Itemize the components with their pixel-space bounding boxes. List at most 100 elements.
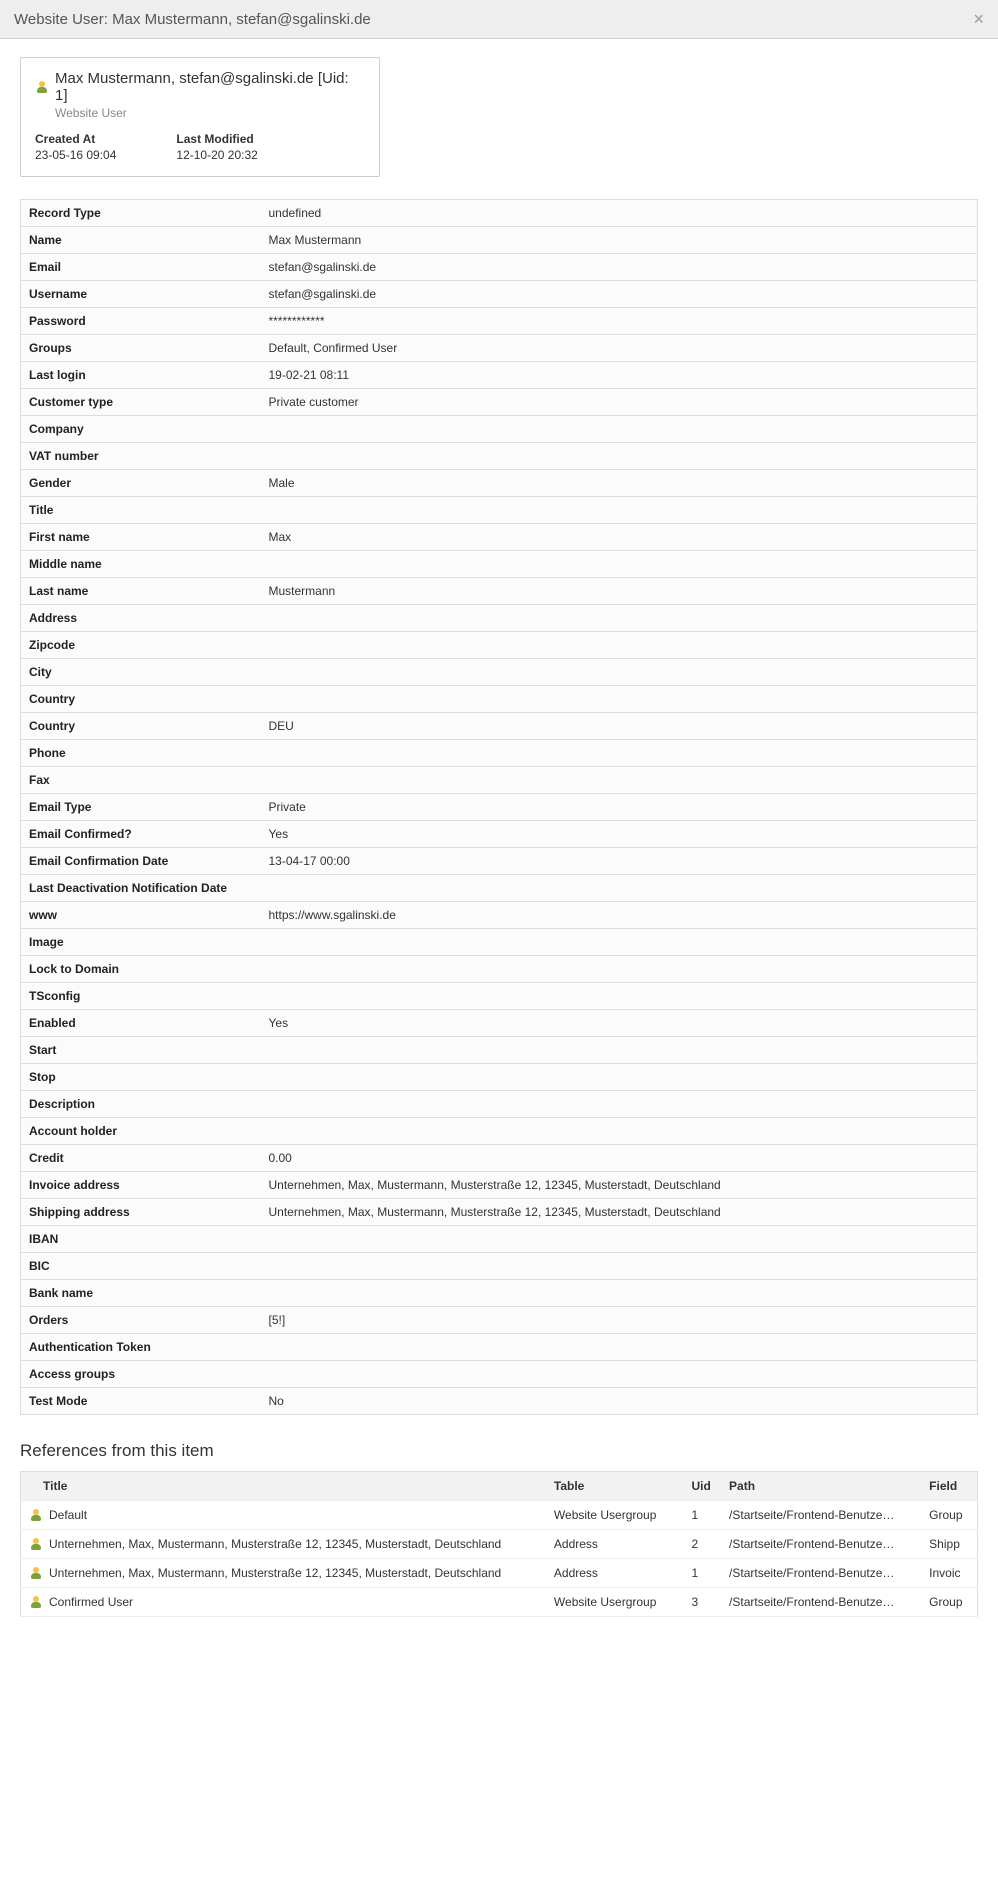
- detail-key: Address: [21, 605, 261, 632]
- detail-row: Test ModeNo: [21, 1388, 978, 1415]
- detail-row: Title: [21, 497, 978, 524]
- detail-row: Orders[5!]: [21, 1307, 978, 1334]
- detail-row: CountryDEU: [21, 713, 978, 740]
- detail-row: Start: [21, 1037, 978, 1064]
- detail-key: Company: [21, 416, 261, 443]
- detail-value: No: [261, 1388, 978, 1415]
- detail-row: Email TypePrivate: [21, 794, 978, 821]
- detail-value: [261, 1226, 978, 1253]
- detail-row: Lock to Domain: [21, 956, 978, 983]
- detail-key: First name: [21, 524, 261, 551]
- detail-key: Email Confirmed?: [21, 821, 261, 848]
- detail-value: 13-04-17 00:00: [261, 848, 978, 875]
- detail-key: VAT number: [21, 443, 261, 470]
- reference-table: Website Usergroup: [546, 1501, 684, 1530]
- detail-value: Male: [261, 470, 978, 497]
- detail-key: Title: [21, 497, 261, 524]
- detail-key: Name: [21, 227, 261, 254]
- detail-value: 0.00: [261, 1145, 978, 1172]
- detail-key: Last Deactivation Notification Date: [21, 875, 261, 902]
- detail-row: Address: [21, 605, 978, 632]
- reference-path: /Startseite/Frontend-Benutze…: [721, 1530, 921, 1559]
- reference-uid: 1: [684, 1559, 722, 1588]
- detail-value: [261, 929, 978, 956]
- detail-value: [261, 605, 978, 632]
- detail-row: Middle name: [21, 551, 978, 578]
- detail-key: Credit: [21, 1145, 261, 1172]
- detail-value: Mustermann: [261, 578, 978, 605]
- detail-row: Credit0.00: [21, 1145, 978, 1172]
- detail-row: Phone: [21, 740, 978, 767]
- detail-row: Country: [21, 686, 978, 713]
- reference-field: Group: [921, 1588, 977, 1617]
- detail-row: Fax: [21, 767, 978, 794]
- detail-row: Zipcode: [21, 632, 978, 659]
- references-heading: References from this item: [20, 1441, 978, 1461]
- reference-path: /Startseite/Frontend-Benutze…: [721, 1501, 921, 1530]
- detail-key: Description: [21, 1091, 261, 1118]
- user-icon: [29, 1508, 43, 1522]
- detail-row: Access groups: [21, 1361, 978, 1388]
- card-title: Max Mustermann, stefan@sgalinski.de [Uid…: [55, 70, 365, 104]
- detail-key: City: [21, 659, 261, 686]
- detail-value: [261, 551, 978, 578]
- references-table: Title Table Uid Path Field DefaultWebsit…: [20, 1471, 978, 1617]
- detail-value: [261, 1037, 978, 1064]
- detail-row: GenderMale: [21, 470, 978, 497]
- close-icon[interactable]: ×: [973, 10, 984, 28]
- detail-key: www: [21, 902, 261, 929]
- detail-key: Password: [21, 308, 261, 335]
- detail-key: Customer type: [21, 389, 261, 416]
- reference-title: Unternehmen, Max, Mustermann, Musterstra…: [49, 1566, 501, 1580]
- detail-key: Bank name: [21, 1280, 261, 1307]
- detail-value: [261, 875, 978, 902]
- detail-key: Invoice address: [21, 1172, 261, 1199]
- detail-key: Authentication Token: [21, 1334, 261, 1361]
- detail-key: Access groups: [21, 1361, 261, 1388]
- user-icon: [29, 1537, 43, 1551]
- summary-card: Max Mustermann, stefan@sgalinski.de [Uid…: [20, 57, 380, 177]
- detail-value: Yes: [261, 821, 978, 848]
- reference-row[interactable]: Unternehmen, Max, Mustermann, Musterstra…: [21, 1530, 978, 1559]
- reference-title-cell: Unternehmen, Max, Mustermann, Musterstra…: [21, 1530, 546, 1559]
- created-at-label: Created At: [35, 132, 116, 146]
- detail-row: Last Deactivation Notification Date: [21, 875, 978, 902]
- detail-row: City: [21, 659, 978, 686]
- detail-row: Bank name: [21, 1280, 978, 1307]
- detail-row: Authentication Token: [21, 1334, 978, 1361]
- reference-uid: 3: [684, 1588, 722, 1617]
- detail-value: [261, 1280, 978, 1307]
- reference-row[interactable]: Confirmed UserWebsite Usergroup3/Startse…: [21, 1588, 978, 1617]
- detail-row: BIC: [21, 1253, 978, 1280]
- col-title: Title: [21, 1472, 546, 1501]
- details-table: Record TypeundefinedNameMax MustermannEm…: [20, 199, 978, 1415]
- detail-key: Shipping address: [21, 1199, 261, 1226]
- detail-row: Password************: [21, 308, 978, 335]
- detail-row: Record Typeundefined: [21, 200, 978, 227]
- detail-key: Image: [21, 929, 261, 956]
- detail-value: [261, 1253, 978, 1280]
- detail-row: Emailstefan@sgalinski.de: [21, 254, 978, 281]
- reference-path: /Startseite/Frontend-Benutze…: [721, 1559, 921, 1588]
- detail-key: Lock to Domain: [21, 956, 261, 983]
- detail-value: [261, 767, 978, 794]
- detail-row: TSconfig: [21, 983, 978, 1010]
- reference-table: Website Usergroup: [546, 1588, 684, 1617]
- detail-value: [261, 983, 978, 1010]
- detail-value: [261, 956, 978, 983]
- modal-header: Website User: Max Mustermann, stefan@sga…: [0, 0, 998, 39]
- detail-key: Country: [21, 713, 261, 740]
- reference-row[interactable]: Unternehmen, Max, Mustermann, Musterstra…: [21, 1559, 978, 1588]
- reference-row[interactable]: DefaultWebsite Usergroup1/Startseite/Fro…: [21, 1501, 978, 1530]
- col-uid: Uid: [684, 1472, 722, 1501]
- detail-row: Email Confirmed?Yes: [21, 821, 978, 848]
- reference-field: Group: [921, 1501, 977, 1530]
- detail-row: Company: [21, 416, 978, 443]
- card-subtitle: Website User: [55, 106, 365, 120]
- created-at-value: 23-05-16 09:04: [35, 148, 116, 162]
- detail-value: 19-02-21 08:11: [261, 362, 978, 389]
- detail-row: Usernamestefan@sgalinski.de: [21, 281, 978, 308]
- detail-key: Stop: [21, 1064, 261, 1091]
- detail-row: GroupsDefault, Confirmed User: [21, 335, 978, 362]
- detail-key: Email Type: [21, 794, 261, 821]
